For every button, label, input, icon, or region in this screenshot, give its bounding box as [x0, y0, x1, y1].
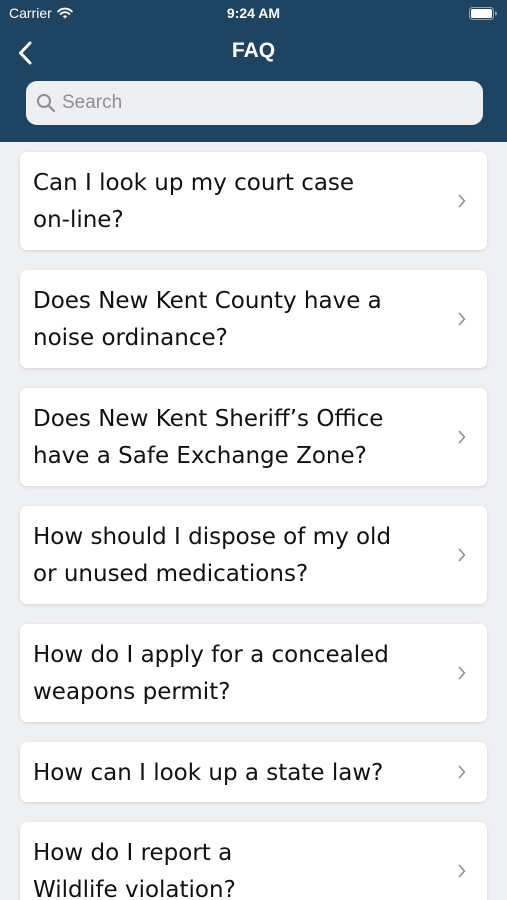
faq-item[interactable]: How should I dispose of my old or unused…	[20, 506, 487, 604]
navigation-bar: FAQ	[0, 32, 507, 72]
faq-item-label: How do I report a Wildlife violation?	[33, 840, 236, 900]
faq-item-label: How can I look up a state law?	[33, 760, 384, 786]
faq-item[interactable]: Can I look up my court case on-line?	[20, 152, 487, 250]
faq-item-label: How should I dispose of my old or unused…	[33, 524, 392, 587]
faq-item-label: How do I apply for a concealed weapons p…	[33, 642, 389, 705]
faq-item-label: Does New Kent Sheriff’s Office have a Sa…	[33, 406, 384, 469]
search-input[interactable]	[62, 92, 462, 114]
search-icon	[37, 94, 56, 113]
status-bar: Carrier 9:24 AM	[0, 0, 507, 28]
status-time: 9:24 AM	[226, 5, 281, 21]
faq-item[interactable]: How do I report a Wildlife violation?	[20, 822, 487, 900]
app-header: Carrier 9:24 AM FAQ	[0, 0, 507, 142]
chevron-right-icon	[458, 548, 466, 562]
faq-item-label: Can I look up my court case on-line?	[33, 170, 355, 233]
chevron-right-icon	[458, 864, 466, 878]
faq-item[interactable]: Does New Kent Sheriff’s Office have a Sa…	[20, 388, 487, 486]
chevron-right-icon	[458, 194, 466, 208]
battery-icon	[469, 7, 497, 20]
chevron-right-icon	[458, 430, 466, 444]
faq-item-label: Does New Kent County have a noise ordina…	[33, 288, 382, 351]
faq-item[interactable]: How do I apply for a concealed weapons p…	[20, 624, 487, 722]
faq-item[interactable]: How can I look up a state law?	[20, 742, 487, 802]
faq-item[interactable]: Does New Kent County have a noise ordina…	[20, 270, 487, 368]
search-bar[interactable]	[26, 81, 483, 125]
chevron-right-icon	[458, 765, 466, 779]
chevron-right-icon	[458, 666, 466, 680]
page-title: FAQ	[231, 39, 276, 62]
chevron-right-icon	[458, 312, 466, 326]
faq-list: Can I look up my court case on-line? Doe…	[0, 142, 507, 900]
